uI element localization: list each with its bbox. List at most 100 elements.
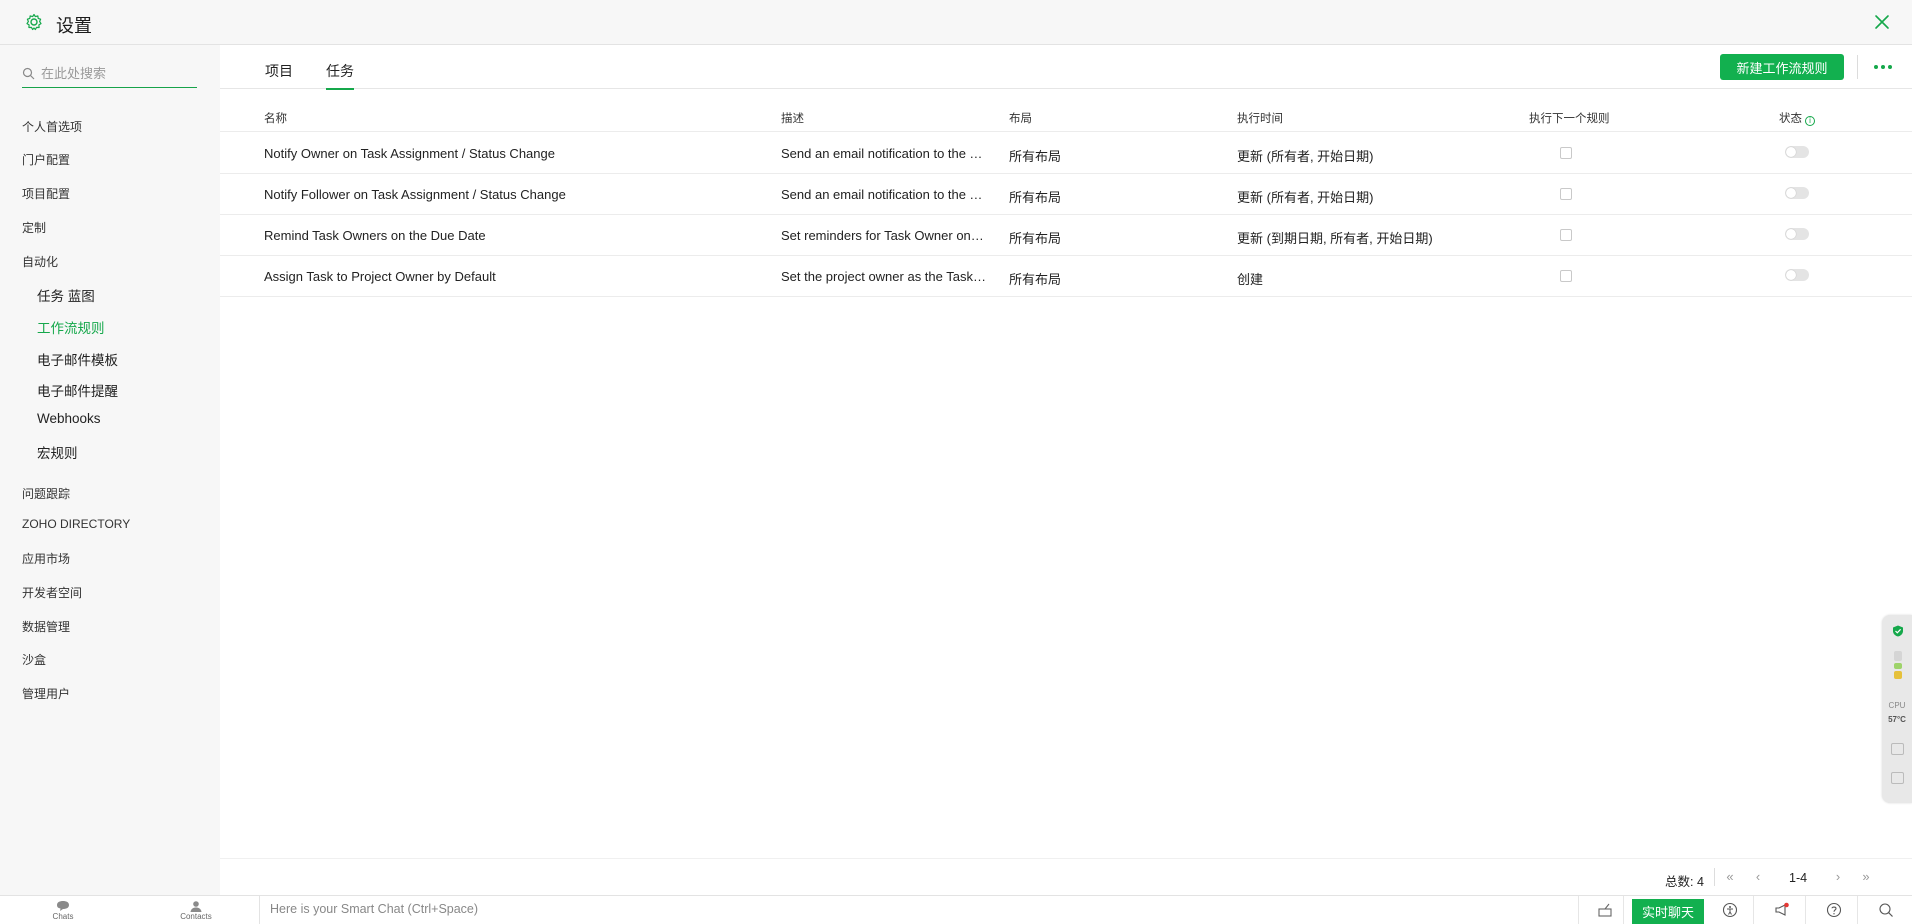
chat-bubble-icon <box>57 901 69 911</box>
sidebar-subitem-email-alerts[interactable]: 电子邮件提醒 <box>37 380 118 400</box>
accessibility-icon[interactable] <box>1722 902 1738 918</box>
rule-execute-time: 更新 (所有者, 开始日期) <box>1237 149 1374 164</box>
sidebar-subitem-workflow-rules[interactable]: 工作流规则 <box>37 317 105 337</box>
chats-label: Chats <box>52 912 74 921</box>
zoom-icon[interactable] <box>1891 772 1904 784</box>
rule-description: Send an email notification to the T... <box>781 187 986 202</box>
rule-name[interactable]: Notify Follower on Task Assignment / Sta… <box>264 187 734 202</box>
sidebar-subitem-email-templates[interactable]: 电子邮件模板 <box>37 349 118 369</box>
rule-description: Set the project owner as the Task ... <box>781 269 986 284</box>
sidebar-item-personal-preferences[interactable]: 个人首选项 <box>22 118 82 135</box>
tab-bar: 项目 任务 新建工作流规则 <box>220 45 1912 90</box>
status-toggle[interactable] <box>1785 228 1809 240</box>
rule-name[interactable]: Notify Owner on Task Assignment / Status… <box>264 146 734 161</box>
table-row[interactable]: Notify Owner on Task Assignment / Status… <box>220 133 1912 174</box>
bottom-divider <box>1753 896 1754 924</box>
sidebar-item-developer-space[interactable]: 开发者空间 <box>22 584 82 601</box>
search-input[interactable] <box>41 66 191 81</box>
total-count: 总数: 4 <box>1665 875 1704 889</box>
tab-projects[interactable]: 项目 <box>265 61 293 81</box>
broadcast-icon[interactable] <box>1597 902 1613 918</box>
first-page-icon[interactable]: « <box>1722 869 1738 885</box>
column-header-description: 描述 <box>781 113 804 125</box>
rule-name[interactable]: Remind Task Owners on the Due Date <box>264 228 734 243</box>
new-workflow-rule-button[interactable]: 新建工作流规则 <box>1720 54 1844 80</box>
rule-layout: 所有布局 <box>1009 149 1062 164</box>
close-icon[interactable] <box>1872 12 1892 32</box>
search-box <box>22 60 197 88</box>
next-page-icon[interactable]: › <box>1830 869 1846 885</box>
announcement-icon[interactable] <box>1774 902 1790 918</box>
sidebar-item-data-management[interactable]: 数据管理 <box>22 618 70 635</box>
more-options-icon[interactable] <box>1870 54 1896 80</box>
execute-next-rule-checkbox[interactable] <box>1560 147 1572 159</box>
contacts-label: Contacts <box>180 912 212 921</box>
table-row[interactable]: Assign Task to Project Owner by Default … <box>220 256 1912 297</box>
settings-sidebar: 个人首选项 门户配置 项目配置 定制 自动化 任务 蓝图 工作流规则 电子邮件模… <box>0 45 220 895</box>
tab-tasks[interactable]: 任务 <box>326 61 354 90</box>
sidebar-subitem-task-blueprint[interactable]: 任务 蓝图 <box>37 285 95 305</box>
system-monitor-widget[interactable]: CPU 57°C <box>1882 615 1912 803</box>
help-icon[interactable] <box>1826 902 1842 918</box>
shield-icon <box>1893 625 1903 637</box>
page-range: 1-4 <box>1789 871 1808 885</box>
bottom-bar: Chats Contacts 实时聊天 <box>0 895 1912 924</box>
memory-bar <box>1894 651 1902 661</box>
chats-button[interactable]: Chats <box>33 898 93 924</box>
bottom-divider <box>1857 896 1858 924</box>
column-header-status-label: 状态 <box>1779 113 1802 125</box>
rule-layout: 所有布局 <box>1009 231 1062 246</box>
sidebar-item-automation[interactable]: 自动化 <box>22 253 58 270</box>
cpu-temperature: 57°C <box>1888 715 1906 724</box>
rule-layout: 所有布局 <box>1009 272 1062 287</box>
status-toggle[interactable] <box>1785 146 1809 158</box>
smart-chat-bar <box>259 896 1579 924</box>
toolbar-divider <box>1857 55 1858 79</box>
sidebar-item-manage-users[interactable]: 管理用户 <box>22 685 70 702</box>
rule-name[interactable]: Assign Task to Project Owner by Default <box>264 269 734 284</box>
execute-next-rule-checkbox[interactable] <box>1560 188 1572 200</box>
pagination-bar: 总数: 4 « ‹ 1-4 › » <box>220 858 1912 895</box>
table-row[interactable]: Notify Follower on Task Assignment / Sta… <box>220 174 1912 215</box>
sidebar-item-project-config[interactable]: 项目配置 <box>22 185 70 202</box>
sidebar-item-sandbox[interactable]: 沙盒 <box>22 651 46 668</box>
execute-next-rule-checkbox[interactable] <box>1560 229 1572 241</box>
column-header-layout: 布局 <box>1009 113 1032 125</box>
prev-page-icon[interactable]: ‹ <box>1750 869 1766 885</box>
column-header-name: 名称 <box>264 113 287 125</box>
table-row[interactable]: Remind Task Owners on the Due Date Set r… <box>220 215 1912 256</box>
settings-header: 设置 <box>0 0 1912 45</box>
execute-next-rule-checkbox[interactable] <box>1560 270 1572 282</box>
rule-execute-time: 更新 (到期日期, 所有者, 开始日期) <box>1237 231 1433 246</box>
bottom-divider <box>1578 896 1579 924</box>
info-icon[interactable]: i <box>1805 116 1815 126</box>
pager-divider <box>1714 868 1715 886</box>
sidebar-item-issue-tracker[interactable]: 问题跟踪 <box>22 485 70 502</box>
contacts-icon <box>190 901 202 912</box>
bottom-divider <box>1805 896 1806 924</box>
rule-description: Send an email notification to the T... <box>781 146 986 161</box>
smart-chat-input[interactable] <box>270 902 870 916</box>
sidebar-subitem-webhooks[interactable]: Webhooks <box>37 411 101 426</box>
chart-icon[interactable] <box>1891 743 1904 755</box>
status-toggle[interactable] <box>1785 187 1809 199</box>
column-header-execute-next-rule: 执行下一个规则 <box>1529 113 1610 125</box>
last-page-icon[interactable]: » <box>1858 869 1874 885</box>
sidebar-item-portal-config[interactable]: 门户配置 <box>22 151 70 168</box>
contacts-button[interactable]: Contacts <box>166 898 226 924</box>
cpu-label: CPU <box>1888 701 1906 710</box>
sidebar-item-marketplace[interactable]: 应用市场 <box>22 550 70 567</box>
search-icon <box>22 67 35 80</box>
status-toggle[interactable] <box>1785 269 1809 281</box>
column-header-execute-time: 执行时间 <box>1237 113 1283 125</box>
page-title: 设置 <box>56 16 92 36</box>
table-header: 名称 描述 布局 执行时间 执行下一个规则 状态 i <box>220 89 1912 132</box>
rule-layout: 所有布局 <box>1009 190 1062 205</box>
sidebar-item-customization[interactable]: 定制 <box>22 219 46 236</box>
gear-icon <box>26 13 42 31</box>
sidebar-item-zoho-directory[interactable]: ZOHO DIRECTORY <box>22 517 130 531</box>
sidebar-subitem-macro-rules[interactable]: 宏规则 <box>37 442 78 462</box>
bottom-divider <box>1623 896 1624 924</box>
live-chat-button[interactable]: 实时聊天 <box>1632 899 1704 924</box>
search-chat-icon[interactable] <box>1878 902 1894 918</box>
